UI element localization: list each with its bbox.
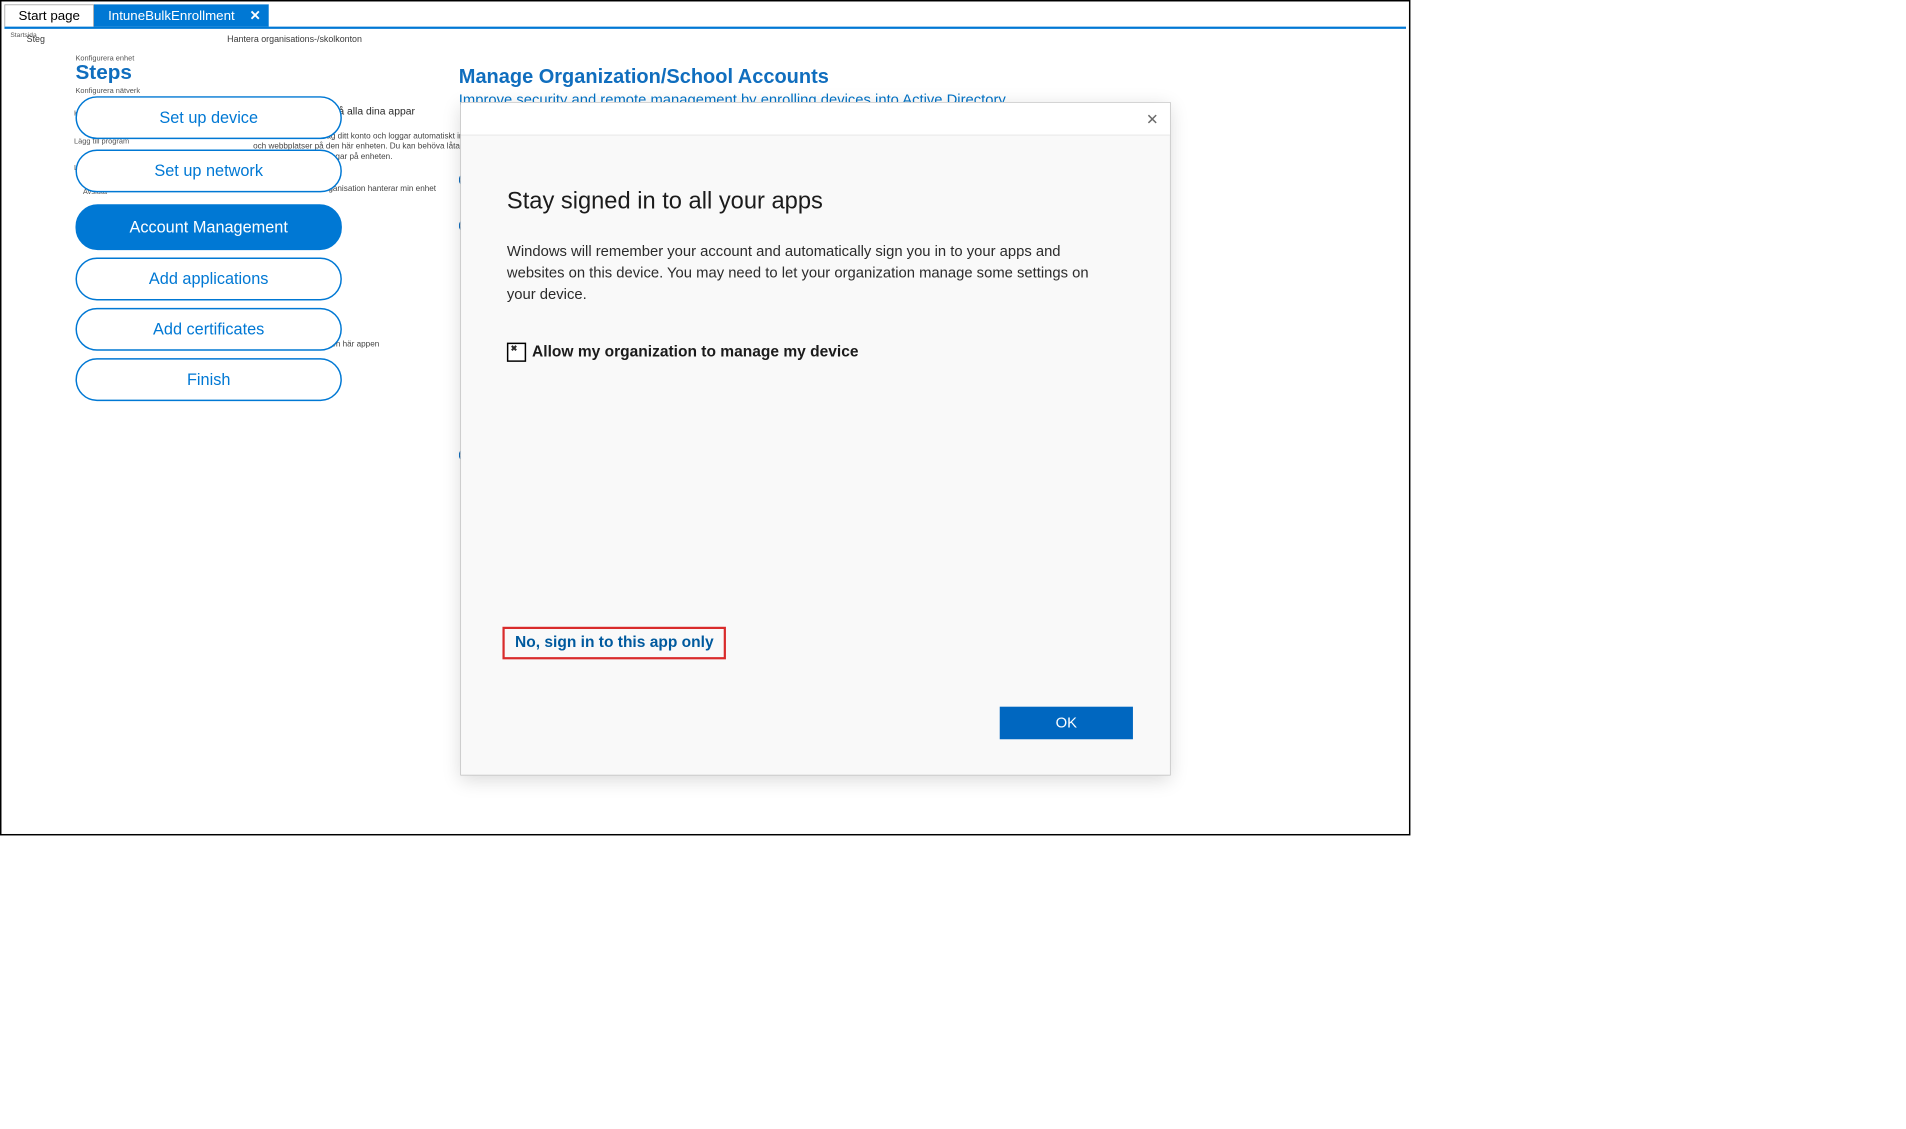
dialog-titlebar: ✕	[461, 103, 1170, 136]
ok-button[interactable]: OK	[1000, 707, 1133, 740]
checkbox-mark-icon: ✖	[511, 343, 518, 353]
steps-title: Steps	[75, 61, 131, 85]
close-glyph: ✕	[1146, 110, 1158, 129]
step-label: Set up device	[159, 108, 258, 127]
dialog-body-text: Windows will remember your account and a…	[507, 241, 1121, 305]
step-label: Add certificates	[153, 320, 264, 339]
step-setup-device-button[interactable]: Set up device	[75, 96, 341, 139]
dialog-content: Stay signed in to all your apps Windows …	[461, 135, 1170, 361]
stay-signed-in-dialog: ✕ Stay signed in to all your apps Window…	[460, 102, 1170, 775]
step-label: Account Management	[129, 218, 287, 237]
step-label: Finish	[187, 370, 230, 389]
step-add-certificates-button[interactable]: Add certificates	[75, 308, 341, 351]
ok-button-label: OK	[1056, 714, 1077, 731]
allow-manage-checkbox-row: ✖ Allow my organization to manage my dev…	[507, 343, 1124, 362]
step-finish-button[interactable]: Finish	[75, 358, 341, 401]
tab-bar: Start page IntuneBulkEnrollment ✕	[4, 4, 268, 26]
close-icon[interactable]: ✕	[1143, 110, 1161, 128]
step-label: Add applications	[149, 269, 268, 288]
step-account-management-button[interactable]: Account Management	[75, 204, 341, 250]
close-icon[interactable]: ✕	[250, 8, 261, 24]
app-window: Start page IntuneBulkEnrollment ✕ Starts…	[0, 0, 1410, 835]
sign-in-this-app-only-link[interactable]: No, sign in to this app only	[515, 633, 714, 650]
tab-label: Start page	[19, 8, 80, 24]
allow-manage-checkbox[interactable]: ✖	[507, 343, 526, 362]
allow-manage-checkbox-label: Allow my organization to manage my devic…	[532, 343, 858, 361]
sv-hantera-label: Hantera organisations-/skolkonton	[227, 34, 362, 44]
highlight-box: No, sign in to this app only	[502, 627, 726, 660]
step-add-applications-button[interactable]: Add applications	[75, 258, 341, 301]
tab-label: IntuneBulkEnrollment	[108, 8, 235, 24]
tab-underline	[4, 27, 1406, 29]
dialog-title: Stay signed in to all your apps	[507, 187, 1124, 214]
step-label: Set up network	[154, 161, 263, 180]
sv-steg-label: Steg	[27, 34, 45, 44]
page-title: Manage Organization/School Accounts	[459, 65, 829, 88]
tab-intune-bulk-enrollment[interactable]: IntuneBulkEnrollment ✕	[94, 4, 269, 26]
step-setup-network-button[interactable]: Set up network	[75, 149, 341, 192]
sv-konfigurera-natverk-label: Konfigurera nätverk	[75, 87, 140, 95]
tab-start-page[interactable]: Start page	[4, 4, 94, 26]
